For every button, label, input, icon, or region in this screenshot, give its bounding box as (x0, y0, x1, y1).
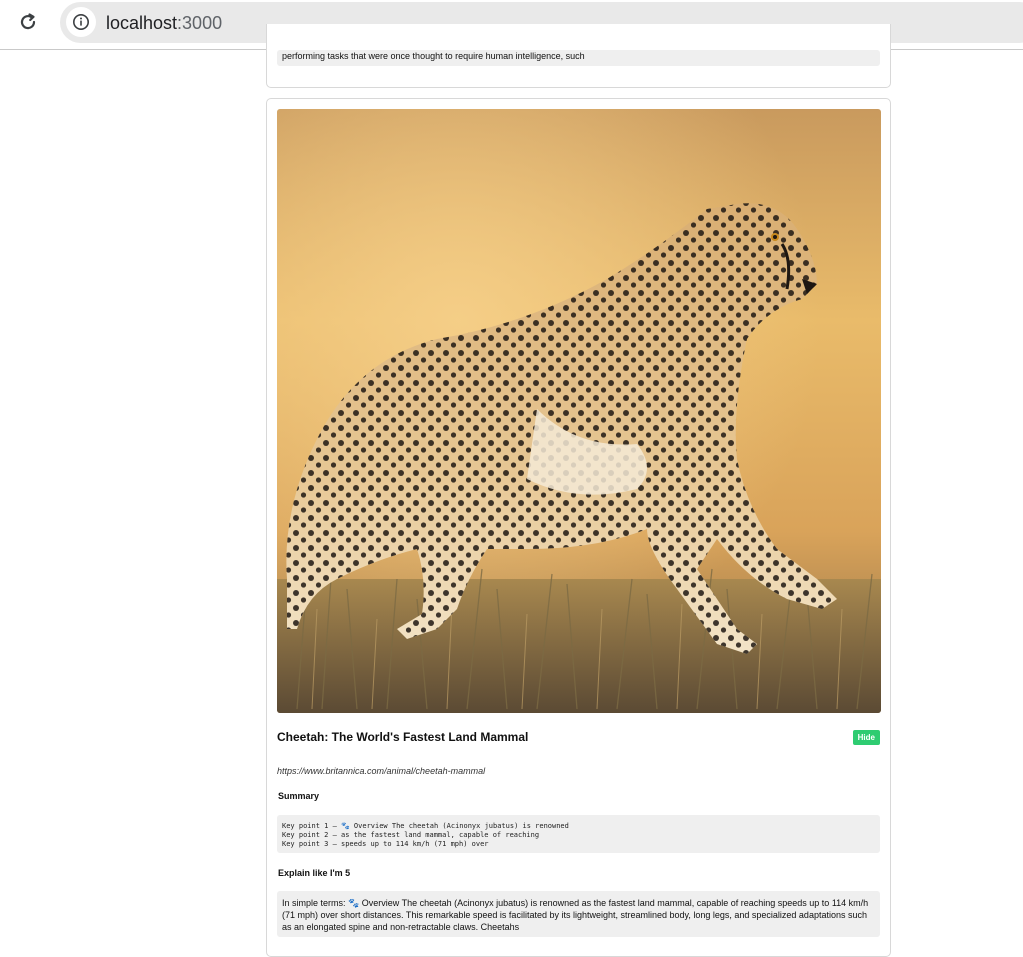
url-text: localhost:3000 (106, 12, 222, 34)
url-host: localhost (106, 13, 178, 33)
article-image (277, 109, 881, 713)
summary-line: Key point 1 — 🐾 Overview The cheetah (Ac… (282, 822, 569, 830)
summary-box: Key point 1 — 🐾 Overview The cheetah (Ac… (277, 815, 880, 853)
eli5-text: In simple terms: 🐾 Overview The cheetah … (277, 891, 880, 937)
summary-heading: Summary (278, 791, 320, 801)
summary-line: Key point 2 — as the fastest land mammal… (282, 831, 540, 839)
previous-article-card: performing tasks that were once thought … (266, 24, 891, 88)
previous-card-text: performing tasks that were once thought … (277, 50, 880, 66)
article-title: Cheetah: The World's Fastest Land Mammal (277, 730, 529, 744)
reload-icon[interactable] (16, 10, 40, 34)
url-port: :3000 (177, 13, 223, 33)
summary-line: Key point 3 — speeds up to 114 km/h (71 … (282, 840, 489, 848)
article-card: Cheetah: The World's Fastest Land Mammal… (266, 98, 891, 957)
hide-button[interactable]: Hide (852, 730, 880, 745)
site-info-icon[interactable] (66, 7, 96, 37)
source-url[interactable]: https://www.britannica.com/animal/cheeta… (277, 766, 485, 776)
eli5-heading: Explain like I'm 5 (278, 868, 351, 878)
